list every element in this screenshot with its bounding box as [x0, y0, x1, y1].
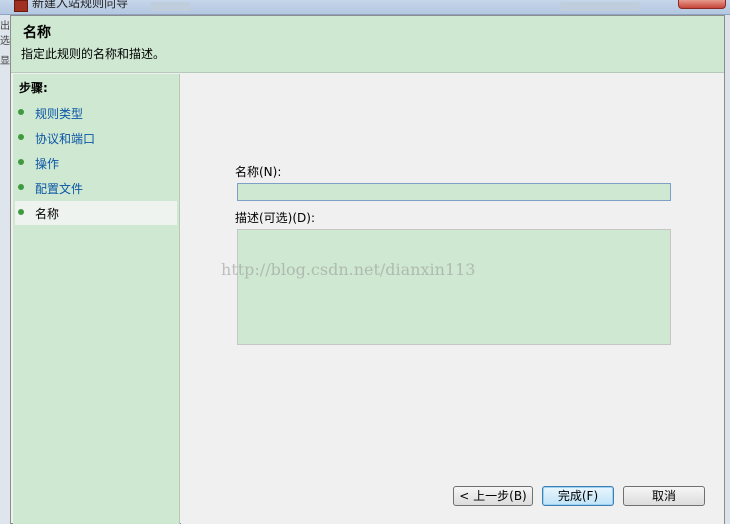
window-title: 新建入站规则向导: [32, 0, 129, 10]
step-protocol-ports[interactable]: 协议和端口: [15, 126, 177, 150]
step-label: 规则类型: [35, 107, 84, 121]
close-button[interactable]: [678, 0, 726, 9]
cancel-button[interactable]: 取消: [623, 486, 705, 506]
step-profile[interactable]: 配置文件: [15, 176, 177, 200]
step-rule-type[interactable]: 规则类型: [15, 101, 177, 125]
edge-char: 选: [0, 36, 10, 47]
title-bar[interactable]: 新建入站规则向导: [0, 0, 730, 15]
description-input[interactable]: [237, 229, 671, 345]
step-name-current[interactable]: 名称: [15, 201, 177, 225]
bullet-icon: [18, 109, 24, 115]
wizard-window: 名称 指定此规则的名称和描述。 步骤: 规则类型 协议和端口 操作 配置文件 名…: [10, 15, 725, 524]
step-label: 配置文件: [35, 182, 84, 196]
wizard-header: 名称 指定此规则的名称和描述。: [11, 16, 724, 73]
background-window-fragment: [560, 2, 640, 11]
background-window-edge: 出 选 显: [0, 15, 10, 524]
step-label: 操作: [35, 157, 60, 171]
bullet-icon: [18, 184, 24, 190]
bullet-icon: [18, 209, 24, 215]
edge-char: 显: [0, 56, 10, 67]
background-window-fragment: [150, 2, 190, 11]
step-label: 名称: [35, 207, 60, 221]
step-action[interactable]: 操作: [15, 151, 177, 175]
page-title: 名称: [23, 25, 51, 41]
bullet-icon: [18, 134, 24, 140]
page-subtitle: 指定此规则的名称和描述。: [21, 47, 166, 61]
name-input[interactable]: [237, 183, 671, 201]
back-button[interactable]: < 上一步(B): [453, 486, 533, 506]
step-label: 协议和端口: [35, 132, 96, 146]
content-area: 名称(N): 描述(可选)(D): http://blog.csdn.net/d…: [181, 74, 724, 524]
finish-button[interactable]: 完成(F): [542, 486, 614, 506]
firewall-icon: [14, 0, 28, 12]
steps-panel: 步骤: 规则类型 协议和端口 操作 配置文件 名称: [13, 74, 180, 524]
edge-char: 出: [0, 21, 10, 32]
name-label: 名称(N):: [235, 165, 282, 179]
steps-heading: 步骤:: [19, 81, 48, 95]
bullet-icon: [18, 159, 24, 165]
description-label: 描述(可选)(D):: [235, 211, 316, 225]
